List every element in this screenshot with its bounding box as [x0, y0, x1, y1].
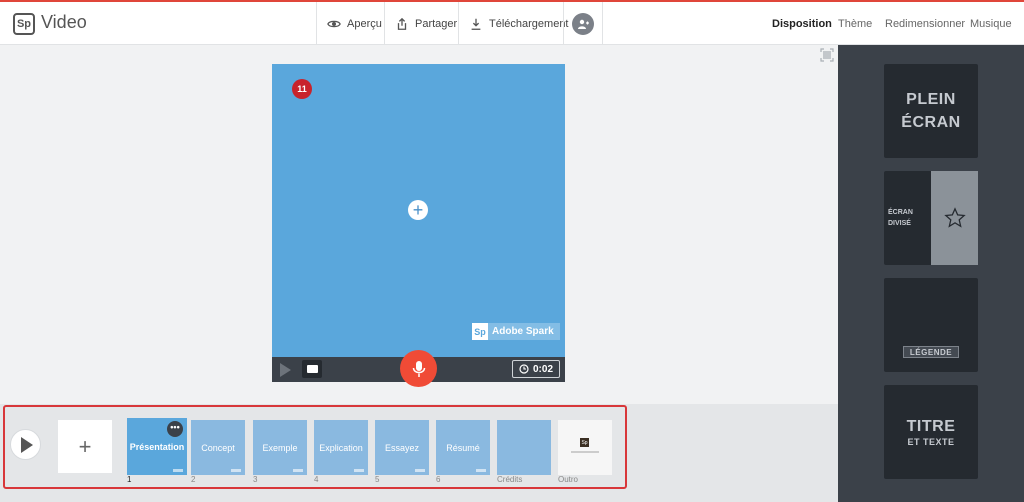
slide-thumb-5[interactable]: Essayez [375, 420, 429, 475]
download-button[interactable]: Téléchargement [458, 2, 579, 45]
layout-label: LÉGENDE [903, 346, 959, 358]
fullscreen-icon[interactable] [820, 48, 834, 62]
slide-count-badge: 11 [292, 79, 312, 99]
slide-canvas[interactable]: 11 + Sp Adobe Spark [272, 64, 565, 357]
layout-label: PLEIN [906, 91, 956, 108]
watermark-mini [173, 469, 183, 472]
download-icon [471, 18, 481, 30]
spark-logo-mini: Sp [580, 438, 589, 447]
slide-number: 6 [436, 475, 441, 484]
slide-number: 1 [127, 475, 132, 484]
layout-plein-ecran[interactable]: PLEIN ÉCRAN [884, 64, 978, 158]
add-content-button[interactable]: + [408, 200, 428, 220]
slide-number: 5 [375, 475, 380, 484]
slide-label: Résumé [446, 442, 480, 453]
slide-number: 4 [314, 475, 319, 484]
slide-label: Essayez [384, 442, 419, 453]
eye-icon [327, 20, 341, 27]
duration-button[interactable]: 0:02 [512, 360, 560, 378]
preview-label: Aperçu [347, 17, 382, 30]
layout-ecran-divise[interactable]: ÉCRAN DIVISÉ [884, 171, 978, 265]
slide-label: Concept [201, 442, 235, 453]
slide-thumb-2[interactable]: Concept [191, 420, 245, 475]
spark-logo[interactable]: Sp [13, 13, 35, 35]
watermark-mini [415, 469, 425, 472]
share-icon [397, 17, 407, 30]
record-voice-button[interactable] [400, 350, 437, 387]
layout-label: ÉCRAN [901, 114, 961, 131]
tab-redimensionner[interactable]: Redimensionner [885, 2, 965, 45]
slide-thumb-3[interactable]: Exemple [253, 420, 307, 475]
slide-label: Explication [319, 442, 363, 453]
tab-musique[interactable]: Musique [970, 2, 1012, 45]
watermark-mini [476, 469, 486, 472]
share-button[interactable]: Partager [384, 2, 467, 45]
watermark-text: Adobe Spark [492, 326, 554, 337]
slide-thumb-6[interactable]: Résumé [436, 420, 490, 475]
layout-label: ÉCRAN [888, 209, 913, 216]
layout-titre-et-texte[interactable]: TITRE ET TEXTE [884, 385, 978, 479]
slide-thumb-credits[interactable] [497, 420, 551, 475]
layout-label: TITRE [906, 417, 956, 435]
slide-number: Outro [558, 475, 579, 484]
app-header: Sp Video Aperçu Partager Téléchargement … [0, 2, 1024, 45]
slide-label: Présentation [129, 441, 185, 452]
watermark-mini [231, 469, 241, 472]
layout-panel: PLEIN ÉCRAN ÉCRAN DIVISÉ LÉGENDE TITRE E… [838, 45, 1024, 502]
slide-number: 2 [191, 475, 196, 484]
tab-disposition[interactable]: Disposition [772, 2, 832, 45]
add-user-icon [572, 12, 594, 35]
share-label: Partager [415, 17, 458, 30]
layout-label: DIVISÉ [888, 220, 911, 227]
slide-thumb-4[interactable]: Explication [314, 420, 368, 475]
layout-sublabel: ET TEXTE [907, 436, 955, 447]
slide-label: Exemple [262, 442, 298, 453]
add-slide-button[interactable]: + [58, 420, 112, 473]
preview-button[interactable]: Aperçu [316, 2, 392, 45]
star-icon [943, 207, 966, 228]
app-title: Video [41, 12, 87, 32]
outro-text-line [571, 451, 599, 453]
play-video-button[interactable] [10, 429, 41, 460]
microphone-icon [412, 360, 425, 377]
download-label: Téléchargement [489, 17, 569, 30]
layout-legende[interactable]: LÉGENDE [884, 278, 978, 372]
adobe-spark-watermark: Sp Adobe Spark [472, 323, 560, 340]
slide-thumb-1[interactable]: Présentation ••• [127, 418, 187, 475]
slide-number: Crédits [497, 475, 523, 484]
play-icon [21, 436, 33, 453]
play-icon[interactable] [280, 363, 291, 377]
collaborate-button[interactable] [563, 2, 603, 45]
slide-number: 3 [253, 475, 258, 484]
watermark-mini [354, 469, 364, 472]
duration-value: 0:02 [532, 363, 553, 375]
caption-button[interactable] [302, 360, 322, 378]
slide-thumb-outro[interactable]: Sp [558, 420, 612, 475]
tab-theme[interactable]: Thème [838, 2, 872, 45]
caption-icon [306, 365, 318, 373]
watermark-logo: Sp [472, 323, 488, 340]
clock-icon [519, 364, 529, 374]
watermark-mini [293, 469, 303, 472]
more-options-icon[interactable]: ••• [167, 421, 183, 437]
